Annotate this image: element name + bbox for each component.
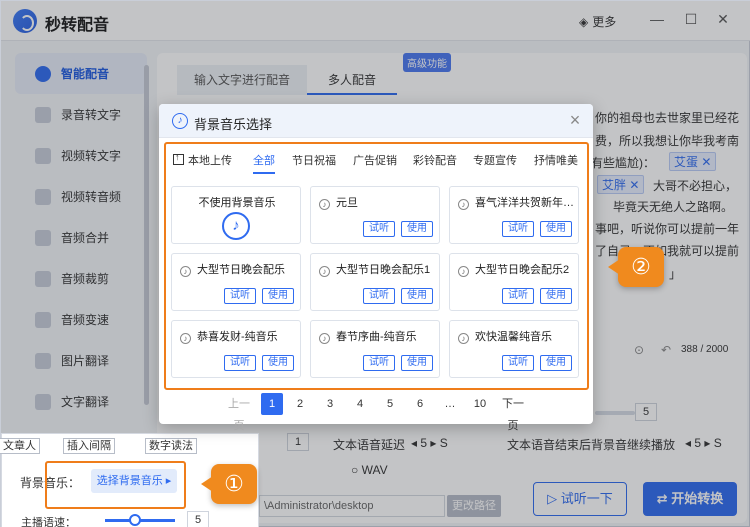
step-marker-one: ①	[201, 464, 257, 504]
page-button[interactable]: 1	[261, 393, 283, 415]
highlight-box-bgm	[45, 461, 186, 509]
highlight-box-tracks	[164, 142, 589, 390]
page-button[interactable]: 4	[349, 393, 371, 415]
close-icon[interactable]: ×	[565, 110, 585, 130]
insert-interval-button[interactable]: 插入间隔	[63, 438, 115, 454]
number-reading-button[interactable]: 数字读法	[145, 438, 197, 454]
next-page-button[interactable]: 下一页	[497, 393, 529, 432]
page-button[interactable]: 5	[379, 393, 401, 415]
page-button[interactable]: 10	[469, 393, 491, 415]
step-marker-two: ②	[608, 247, 664, 287]
speed-slider-thumb[interactable]	[129, 514, 141, 526]
speed-label: 主播语速：	[21, 517, 76, 527]
page-button[interactable]: 3	[319, 393, 341, 415]
pagination: 上一页 1 2 3 4 5 6 … 10 下一页	[217, 393, 547, 432]
voice-option[interactable]: 文章人	[0, 438, 40, 454]
music-note-icon: ♪	[172, 113, 188, 129]
app-window: 秒转配音 ◈ 更多 — ☐ ✕ 智能配音 录音转文字 视频转文字 视频转音频 音频…	[0, 0, 750, 527]
page-button[interactable]: 2	[289, 393, 311, 415]
dialog-header: ♪ 背景音乐选择 ×	[159, 104, 593, 138]
prev-page-button[interactable]: 上一页	[223, 393, 255, 432]
dialog-title: 背景音乐选择	[194, 117, 273, 132]
page-ellipsis: …	[444, 398, 456, 410]
speed-value[interactable]: 5	[187, 511, 209, 527]
page-button[interactable]: 6	[409, 393, 431, 415]
